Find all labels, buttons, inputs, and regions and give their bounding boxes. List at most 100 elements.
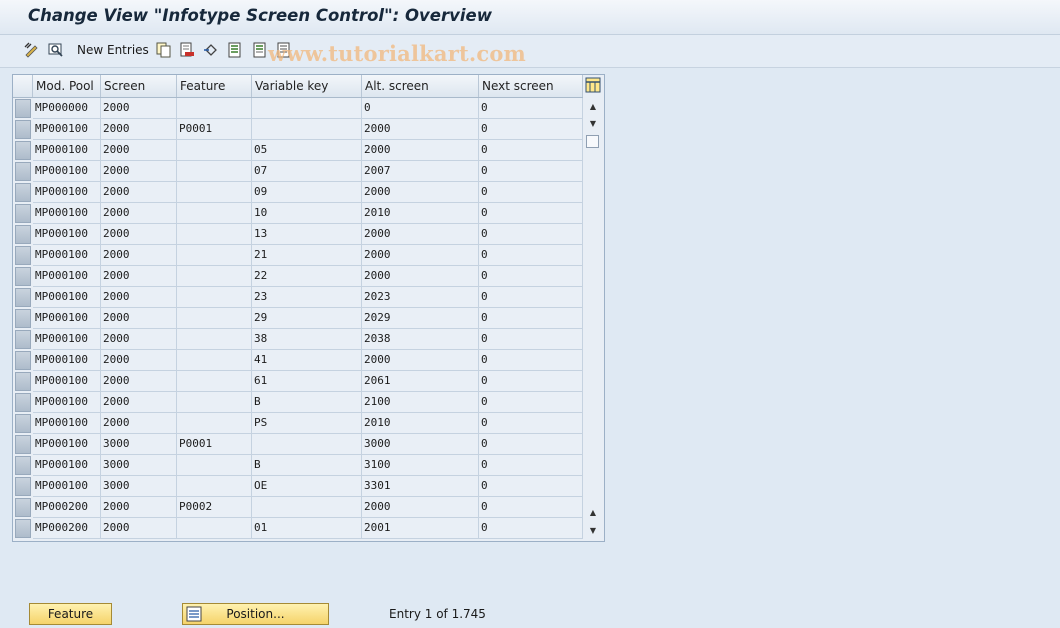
screen-cell[interactable]: 2000: [101, 518, 177, 539]
column-header-screen[interactable]: Screen: [101, 75, 177, 97]
variable-key-cell[interactable]: [252, 119, 362, 140]
row-select-button[interactable]: [15, 309, 31, 328]
next-screen-cell[interactable]: 0: [479, 413, 583, 434]
mod-pool-cell[interactable]: MP000100: [33, 413, 101, 434]
vertical-scrollbar[interactable]: ▲ ▼ ▲ ▼: [584, 97, 603, 541]
table-row[interactable]: MP000200 2000 01 2001 0: [13, 518, 583, 539]
scroll-page-down-icon[interactable]: ▼: [588, 525, 598, 535]
feature-cell[interactable]: [177, 203, 252, 224]
table-row[interactable]: MP000100 2000 61 2061 0: [13, 371, 583, 392]
table-row[interactable]: MP000100 2000 13 2000 0: [13, 224, 583, 245]
screen-cell[interactable]: 2000: [101, 350, 177, 371]
screen-cell[interactable]: 2000: [101, 245, 177, 266]
table-row[interactable]: MP000100 3000 OE 3301 0: [13, 476, 583, 497]
variable-key-cell[interactable]: PS: [252, 413, 362, 434]
select-block-icon[interactable]: [251, 41, 269, 59]
table-settings-icon[interactable]: [585, 77, 601, 93]
feature-cell[interactable]: [177, 350, 252, 371]
feature-cell[interactable]: [177, 287, 252, 308]
table-row[interactable]: MP000100 2000 29 2029 0: [13, 308, 583, 329]
alt-screen-cell[interactable]: 2000: [362, 266, 479, 287]
mod-pool-cell[interactable]: MP000100: [33, 476, 101, 497]
alt-screen-cell[interactable]: 2000: [362, 497, 479, 518]
next-screen-cell[interactable]: 0: [479, 518, 583, 539]
next-screen-cell[interactable]: 0: [479, 476, 583, 497]
table-row[interactable]: MP000100 2000 21 2000 0: [13, 245, 583, 266]
screen-cell[interactable]: 2000: [101, 182, 177, 203]
row-select-button[interactable]: [15, 162, 31, 181]
alt-screen-cell[interactable]: 3000: [362, 434, 479, 455]
variable-key-cell[interactable]: 21: [252, 245, 362, 266]
variable-key-cell[interactable]: [252, 98, 362, 119]
variable-key-cell[interactable]: B: [252, 392, 362, 413]
mod-pool-cell[interactable]: MP000100: [33, 182, 101, 203]
new-entries-button[interactable]: New Entries: [77, 43, 149, 57]
variable-key-cell[interactable]: OE: [252, 476, 362, 497]
scroll-up-icon[interactable]: ▲: [588, 101, 598, 111]
next-screen-cell[interactable]: 0: [479, 455, 583, 476]
row-select-button[interactable]: [15, 351, 31, 370]
mod-pool-cell[interactable]: MP000100: [33, 224, 101, 245]
row-select-button[interactable]: [15, 183, 31, 202]
next-screen-cell[interactable]: 0: [479, 329, 583, 350]
next-screen-cell[interactable]: 0: [479, 203, 583, 224]
scroll-page-up-icon[interactable]: ▲: [588, 507, 598, 517]
row-select-button[interactable]: [15, 456, 31, 475]
alt-screen-cell[interactable]: 3301: [362, 476, 479, 497]
table-row[interactable]: MP000100 3000 P0001 3000 0: [13, 434, 583, 455]
row-select-button[interactable]: [15, 288, 31, 307]
screen-cell[interactable]: 2000: [101, 161, 177, 182]
row-select-button[interactable]: [15, 435, 31, 454]
position-button[interactable]: Position...: [182, 603, 329, 625]
table-row[interactable]: MP000100 2000 PS 2010 0: [13, 413, 583, 434]
next-screen-cell[interactable]: 0: [479, 161, 583, 182]
next-screen-cell[interactable]: 0: [479, 287, 583, 308]
alt-screen-cell[interactable]: 2001: [362, 518, 479, 539]
table-row[interactable]: MP000100 2000 09 2000 0: [13, 182, 583, 203]
feature-cell[interactable]: [177, 392, 252, 413]
row-select-button[interactable]: [15, 204, 31, 223]
screen-cell[interactable]: 2000: [101, 413, 177, 434]
alt-screen-cell[interactable]: 2010: [362, 413, 479, 434]
mod-pool-cell[interactable]: MP000100: [33, 245, 101, 266]
next-screen-cell[interactable]: 0: [479, 497, 583, 518]
feature-cell[interactable]: P0001: [177, 119, 252, 140]
variable-key-cell[interactable]: 38: [252, 329, 362, 350]
column-header-variable-key[interactable]: Variable key: [252, 75, 362, 97]
mod-pool-cell[interactable]: MP000100: [33, 161, 101, 182]
screen-cell[interactable]: 3000: [101, 434, 177, 455]
next-screen-cell[interactable]: 0: [479, 119, 583, 140]
variable-key-cell[interactable]: 09: [252, 182, 362, 203]
feature-cell[interactable]: [177, 98, 252, 119]
column-header-alt-screen[interactable]: Alt. screen: [362, 75, 479, 97]
feature-cell[interactable]: [177, 371, 252, 392]
screen-cell[interactable]: 3000: [101, 476, 177, 497]
table-row[interactable]: MP000100 2000 23 2023 0: [13, 287, 583, 308]
screen-cell[interactable]: 2000: [101, 98, 177, 119]
alt-screen-cell[interactable]: 2000: [362, 245, 479, 266]
screen-cell[interactable]: 2000: [101, 203, 177, 224]
feature-cell[interactable]: [177, 245, 252, 266]
next-screen-cell[interactable]: 0: [479, 266, 583, 287]
screen-cell[interactable]: 3000: [101, 455, 177, 476]
variable-key-cell[interactable]: [252, 497, 362, 518]
variable-key-cell[interactable]: 22: [252, 266, 362, 287]
table-row[interactable]: MP000100 2000 22 2000 0: [13, 266, 583, 287]
screen-cell[interactable]: 2000: [101, 308, 177, 329]
row-select-button[interactable]: [15, 99, 31, 118]
variable-key-cell[interactable]: 61: [252, 371, 362, 392]
variable-key-cell[interactable]: 41: [252, 350, 362, 371]
alt-screen-cell[interactable]: 2061: [362, 371, 479, 392]
alt-screen-cell[interactable]: 2000: [362, 140, 479, 161]
feature-cell[interactable]: P0001: [177, 434, 252, 455]
feature-cell[interactable]: [177, 266, 252, 287]
column-header-feature[interactable]: Feature: [177, 75, 252, 97]
feature-cell[interactable]: [177, 455, 252, 476]
row-select-button[interactable]: [15, 519, 31, 538]
mod-pool-cell[interactable]: MP000200: [33, 518, 101, 539]
next-screen-cell[interactable]: 0: [479, 182, 583, 203]
screen-cell[interactable]: 2000: [101, 266, 177, 287]
variable-key-cell[interactable]: 29: [252, 308, 362, 329]
table-row[interactable]: MP000100 2000 07 2007 0: [13, 161, 583, 182]
scroll-down-icon[interactable]: ▼: [588, 118, 598, 128]
